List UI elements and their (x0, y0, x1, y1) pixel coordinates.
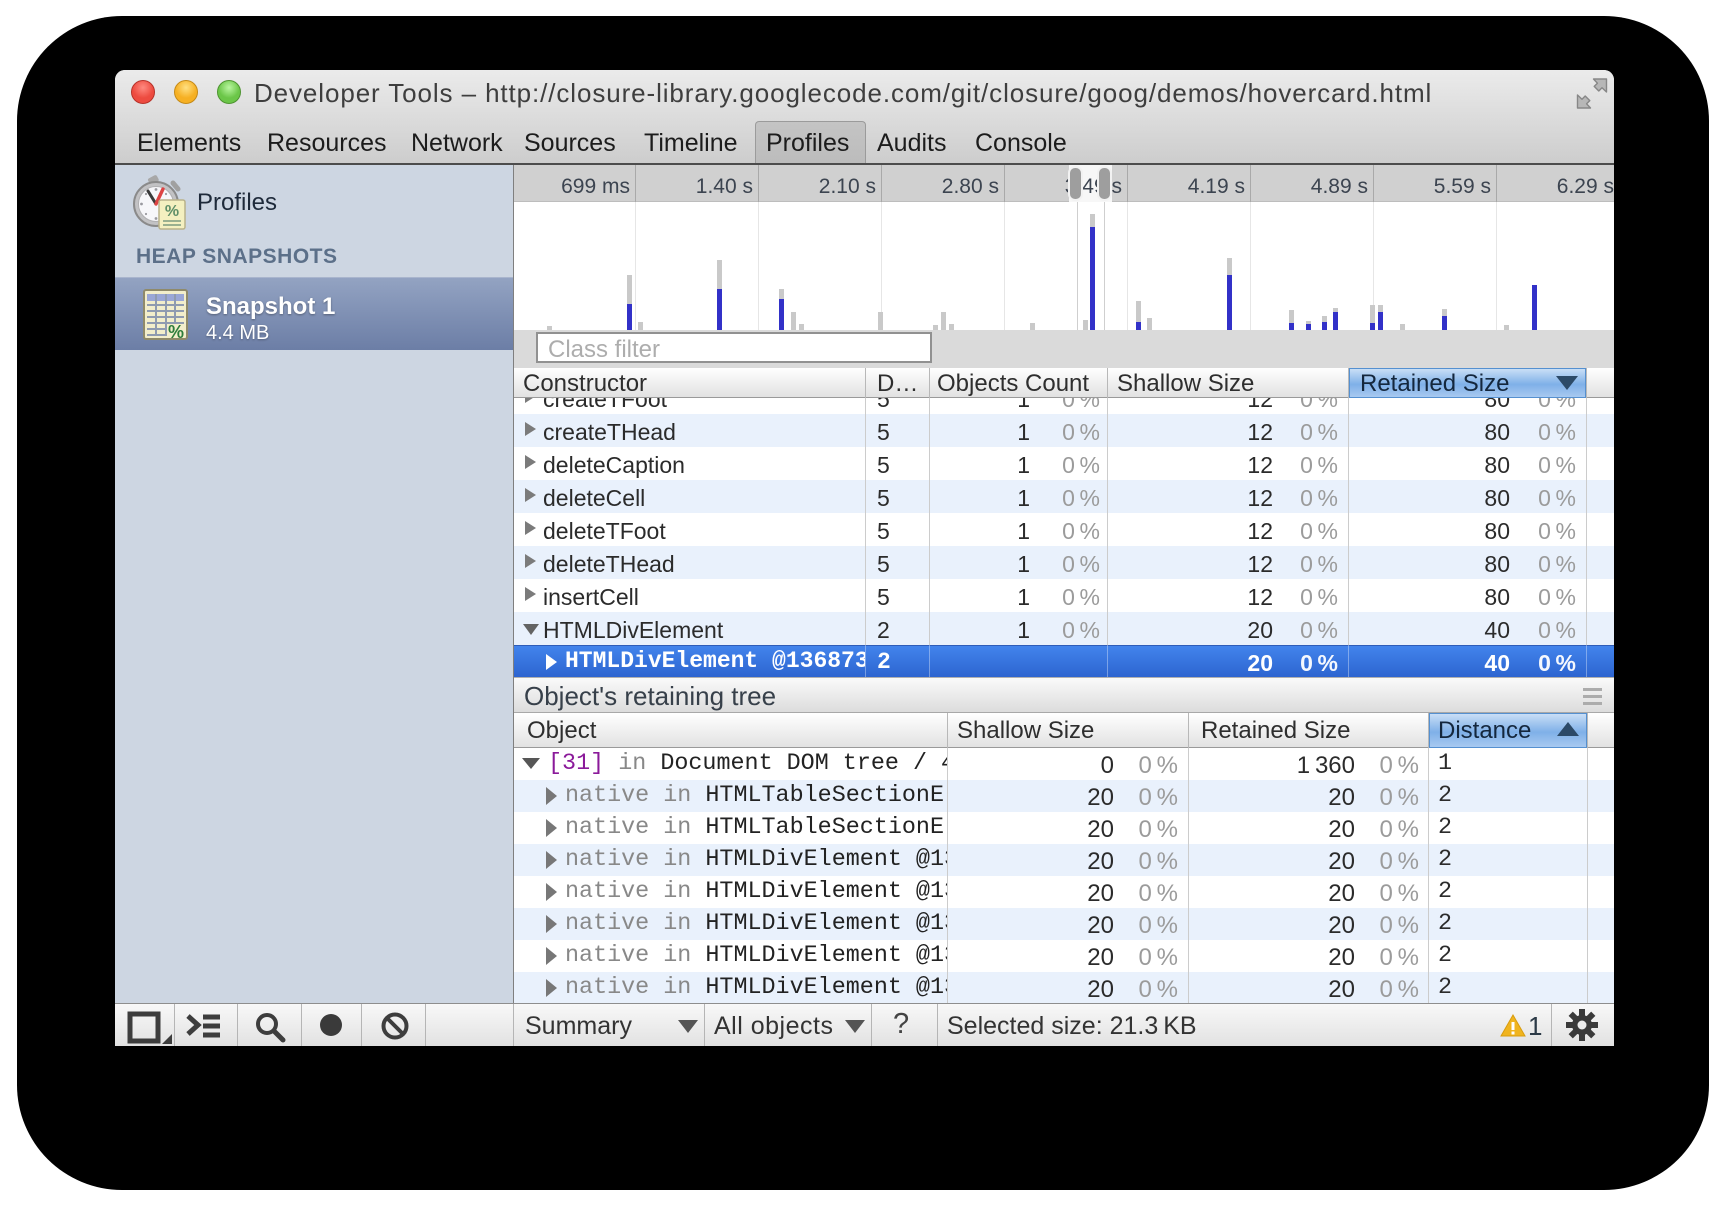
svg-text:%: % (165, 203, 179, 220)
svg-text:%: % (168, 322, 184, 341)
